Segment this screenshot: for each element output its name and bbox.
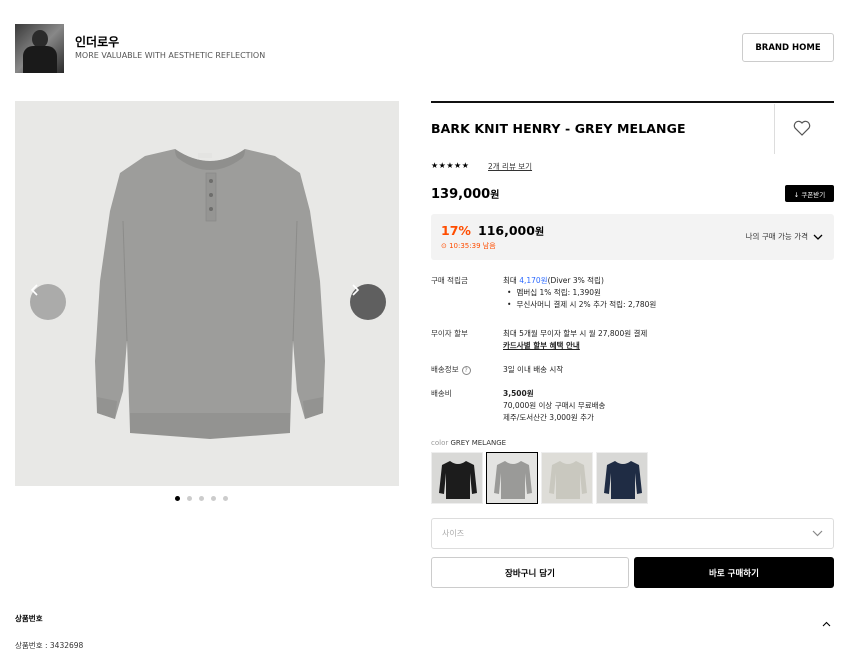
brand-name[interactable]: 인더로우 [75, 33, 119, 50]
color-swatch-oatmeal[interactable] [541, 452, 593, 504]
chevron-right-icon [352, 284, 360, 296]
product-number-title: 상품번호 [15, 614, 43, 623]
chevron-down-icon [813, 234, 823, 240]
installment-benefit-link[interactable]: 카드사별 할부 혜택 안내 [503, 340, 647, 352]
brand-logo[interactable] [15, 24, 64, 73]
sale-price: 116,000원 [478, 223, 544, 238]
wishlist-button[interactable] [793, 120, 811, 140]
sweater-image [95, 149, 325, 439]
color-swatch-black[interactable] [431, 452, 483, 504]
my-price-toggle[interactable]: 나의 구매 가능 가격 [746, 231, 823, 242]
installment-label: 무이자 할부 [431, 329, 468, 338]
sale-timer: ⊙ 10:35:39 남음 [441, 242, 496, 250]
shipping-fee-label: 배송비 [431, 389, 452, 398]
shipping-info-text: 3일 이내 배송 시작 [503, 365, 564, 374]
shipping-fee-value: 3,500원 [503, 389, 534, 398]
product-title: BARK KNIT HENRY - GREY MELANGE [431, 121, 686, 136]
color-swatch-grey-melange[interactable] [486, 452, 538, 504]
help-icon[interactable]: ? [461, 365, 471, 375]
header-divider [431, 101, 834, 103]
heart-icon [793, 120, 811, 136]
brand-home-button[interactable]: BRAND HOME [742, 33, 834, 62]
brand-slogan: MORE VALUABLE WITH AESTHETIC REFLECTION [75, 51, 266, 60]
color-selected-name: GREY MELANGE [450, 439, 507, 447]
points-suffix: (Diver 3% 적립) [547, 276, 604, 285]
coupon-button[interactable]: ↓ 쿠폰받기 [785, 185, 834, 202]
chevron-down-icon [812, 530, 823, 537]
swatch-grey-image [487, 453, 537, 503]
rating-stars: ★★★★★ [431, 161, 470, 170]
color-label-prefix: color [431, 439, 449, 447]
gallery-dot[interactable] [187, 496, 192, 501]
product-image-gallery [15, 101, 399, 486]
gallery-dot[interactable] [211, 496, 216, 501]
points-item-money: 무신사머니 결제 시 2% 추가 적립: 2,780원 [507, 299, 656, 311]
sale-price-value: 116,000 [478, 223, 535, 238]
gallery-dot[interactable] [223, 496, 228, 501]
gallery-prev-button[interactable] [30, 284, 66, 320]
swatch-navy-image [597, 453, 647, 503]
points-detail: 최대 4,170원(Diver 3% 적립) 멤버십 1% 적립: 1,390원… [503, 275, 656, 311]
add-to-cart-button[interactable]: 장바구니 담기 [431, 557, 629, 588]
points-value: 4,170원 [519, 276, 548, 285]
swatch-black-image [432, 453, 482, 503]
shipping-fee-note-free: 70,000원 이상 구매시 무료배송 [503, 401, 606, 410]
points-prefix: 최대 [503, 276, 520, 285]
size-select[interactable]: 사이즈 [431, 518, 834, 549]
shipping-fee-note-extra: 제주/도서산간 3,000원 추가 [503, 413, 594, 422]
original-price-unit: 원 [490, 190, 500, 201]
shipping-info-label: 배송정보 [431, 365, 459, 374]
buy-now-button[interactable]: 바로 구매하기 [634, 557, 834, 588]
points-item-membership: 멤버십 1% 적립: 1,390원 [507, 287, 656, 299]
my-price-label: 나의 구매 가능 가격 [745, 232, 808, 241]
swatch-oatmeal-image [542, 453, 592, 503]
color-swatch-navy[interactable] [596, 452, 648, 504]
review-link[interactable]: 2개 리뷰 보기 [488, 161, 532, 172]
chevron-up-icon [822, 621, 831, 627]
gallery-next-button[interactable] [350, 284, 386, 320]
shipping-info-label-wrap: 배송정보? [431, 364, 471, 375]
sale-rate: 17% [441, 223, 471, 238]
gallery-dot[interactable] [199, 496, 204, 501]
shipping-fee-detail: 3,500원 70,000원 이상 구매시 무료배송 제주/도서산간 3,000… [503, 388, 605, 424]
product-number-toggle[interactable] [822, 612, 831, 631]
points-label: 구매 적립금 [431, 276, 468, 285]
sale-price-box: 17% 116,000원 ⊙ 10:35:39 남음 나의 구매 가능 가격 [431, 214, 834, 260]
chevron-left-icon [30, 284, 38, 296]
sale-price-unit: 원 [534, 227, 545, 238]
installment-detail: 최대 5개월 무이자 할부 시 월 27,800원 결제 카드사별 할부 혜택 … [503, 328, 647, 352]
original-price: 139,000원 [431, 186, 499, 202]
gallery-pagination [175, 496, 228, 501]
title-divider [774, 104, 775, 154]
original-price-value: 139,000 [431, 187, 491, 202]
color-label: color GREY MELANGE [431, 439, 506, 447]
product-number-text: 상품번호 : 3432698 [15, 641, 84, 650]
installment-text: 최대 5개월 무이자 할부 시 월 27,800원 결제 [503, 329, 648, 338]
gallery-dot[interactable] [175, 496, 180, 501]
size-placeholder: 사이즈 [442, 529, 465, 538]
